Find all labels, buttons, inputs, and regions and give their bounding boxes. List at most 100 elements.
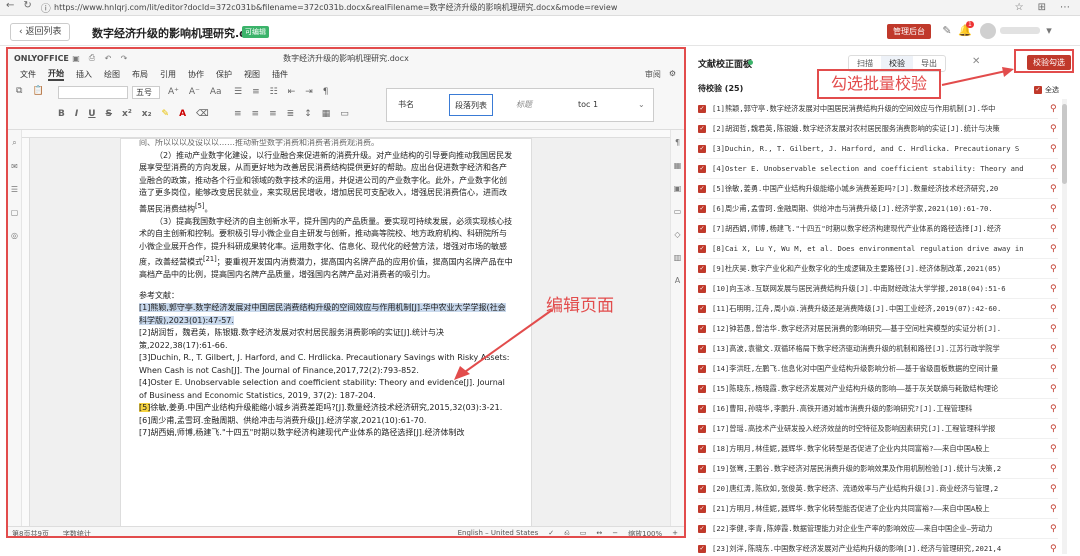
locate-pin-icon[interactable]: ⚲ (1050, 544, 1058, 554)
paragraph-settings-icon[interactable]: ¶ (675, 138, 680, 147)
italic-icon[interactable]: I (75, 109, 78, 119)
zoom-out-icon[interactable]: − (612, 529, 618, 537)
outdent-icon[interactable]: ⇤ (288, 87, 296, 97)
menu-protect[interactable]: 保护 (216, 69, 232, 80)
menu-draw[interactable]: 绘图 (104, 69, 120, 80)
back-arrow-icon[interactable]: ← (6, 0, 14, 15)
checkbox-icon[interactable]: ✓ (698, 264, 706, 273)
locate-pin-icon[interactable]: ⚲ (1050, 424, 1058, 434)
list-item[interactable]: ✓ [7]胡西娟,师博,杨建飞."十四五"时期以数字经济构建现代产业体系的路径选择… (698, 219, 1058, 239)
shading-icon[interactable]: ▦ (322, 109, 331, 119)
locate-pin-icon[interactable]: ⚲ (1050, 524, 1058, 534)
list-item[interactable]: ✓ [20]唐红涛,陈欣如,张俊英.数字经济、流通效率与产业结构升级[J].商业经… (698, 479, 1058, 499)
checkbox-icon[interactable]: ✓ (698, 364, 706, 373)
zoom-in-icon[interactable]: + (672, 529, 678, 537)
list-item[interactable]: ✓ [6]周少甫,孟雪珂.金融周期、供给冲击与消费升级[J].经济学家,2021(… (698, 199, 1058, 219)
list-item[interactable]: ✓ [13]高波,袁徽文.双循环格局下数字经济驱动消费升级的机制和路径[J].江苏… (698, 339, 1058, 359)
checkbox-icon[interactable]: ✓ (698, 224, 706, 233)
paragraph-mark-icon[interactable]: ¶ (323, 87, 329, 97)
plugin-icon[interactable]: ◎ (11, 231, 18, 240)
underline-icon[interactable]: U (88, 109, 95, 119)
locate-pin-icon[interactable]: ⚲ (1050, 384, 1058, 394)
locate-pin-icon[interactable]: ⚲ (1050, 204, 1058, 214)
list-item[interactable]: ✓ [22]李健,李青,陈婷霞.数据管理能力对企业生产率的影响效应——来自中国企业… (698, 519, 1058, 539)
select-all-checkbox[interactable]: ✓ 全选 (1034, 85, 1059, 95)
list-item[interactable]: ✓ [5]徐敏,姜勇.中国产业结构升级能缩小城乡消费差距吗?[J].数量经济技术经… (698, 179, 1058, 199)
list-item[interactable]: ✓ [19]张骞,王鹏谷.数字经济对居民消费升级的影响效果及作用机制检验[J].统… (698, 459, 1058, 479)
locate-pin-icon[interactable]: ⚲ (1050, 464, 1058, 474)
menu-view[interactable]: 视图 (244, 69, 260, 80)
chart-settings-icon[interactable]: ▥ (674, 253, 682, 262)
indent-icon[interactable]: ⇥ (305, 87, 313, 97)
align-left-icon[interactable]: ≡ (234, 109, 242, 119)
list-item[interactable]: ✓ [21]方明月,林佳妮,聂辉华.数字化转型能否促进了企业内共同富裕?——来自中… (698, 499, 1058, 519)
paste-icon[interactable]: 📋 (32, 86, 43, 96)
search-icon[interactable]: ⌕ (12, 138, 16, 148)
word-count[interactable]: 字数统计 (63, 529, 91, 537)
align-center-icon[interactable]: ≡ (252, 109, 260, 119)
clear-format-icon[interactable]: ⌫ (196, 109, 209, 119)
checkbox-icon[interactable]: ✓ (698, 424, 706, 433)
list-item[interactable]: ✓ [16]曹阳,孙晓华,李鹏升.高铁开通对城市消费升级的影响研究?[J].工程管… (698, 399, 1058, 419)
style-toc1[interactable]: toc 1 (573, 94, 603, 116)
bullet-list-icon[interactable]: ☰ (234, 87, 242, 97)
style-book-title[interactable]: 书名 (393, 94, 419, 116)
style-expand-icon[interactable]: ⌄ (633, 94, 650, 116)
line-spacing-icon[interactable]: ↕ (304, 109, 312, 119)
locate-pin-icon[interactable]: ⚲ (1050, 444, 1058, 454)
list-item[interactable]: ✓ [8]Cai X, Lu Y, Wu M, et al. Does envir… (698, 239, 1058, 259)
shape-settings-icon[interactable]: ◇ (674, 230, 680, 239)
list-item[interactable]: ✓ [11]石明明,江舟,周小焱.消费升级还是消费降级[J].中国工业经济,201… (698, 299, 1058, 319)
panel-scrollbar[interactable] (1062, 99, 1067, 554)
checkbox-icon[interactable]: ✓ (698, 284, 706, 293)
font-grow-icon[interactable]: A⁺ (168, 87, 179, 97)
navigation-icon[interactable]: ☰ (11, 185, 18, 194)
locate-pin-icon[interactable]: ⚲ (1050, 244, 1058, 254)
list-item[interactable]: ✓ [17]曾瑶.高技术产业研发投入经济效益的时空特征及影响因素研究[J].工程管… (698, 419, 1058, 439)
locate-pin-icon[interactable]: ⚲ (1050, 184, 1058, 194)
locate-pin-icon[interactable]: ⚲ (1050, 484, 1058, 494)
menu-insert[interactable]: 插入 (76, 69, 92, 80)
menu-layout[interactable]: 布局 (132, 69, 148, 80)
locate-pin-icon[interactable]: ⚲ (1050, 104, 1058, 114)
checkbox-icon[interactable]: ✓ (698, 504, 706, 513)
menu-home[interactable]: 开始 (48, 68, 64, 81)
admin-button[interactable]: 管理后台 (887, 24, 931, 39)
menu-collaborate[interactable]: 协作 (188, 69, 204, 80)
checkbox-icon[interactable]: ✓ (698, 384, 706, 393)
multilevel-list-icon[interactable]: ☷ (270, 87, 278, 97)
locate-pin-icon[interactable]: ⚲ (1050, 504, 1058, 514)
extensions-icon[interactable]: ⊞ (1038, 2, 1046, 13)
star-icon[interactable]: ☆ (1015, 2, 1024, 13)
justify-icon[interactable]: ≣ (287, 109, 295, 119)
chevron-down-icon[interactable]: ▾ (1042, 24, 1056, 38)
fit-width-icon[interactable]: ↔ (596, 529, 602, 537)
highlight-icon[interactable]: ✎ (162, 109, 170, 119)
fit-page-icon[interactable]: ▭ (580, 529, 587, 537)
locate-pin-icon[interactable]: ⚲ (1050, 124, 1058, 134)
copy-icon[interactable]: ⧉ (16, 86, 22, 96)
superscript-icon[interactable]: x² (122, 109, 132, 119)
locate-pin-icon[interactable]: ⚲ (1050, 224, 1058, 234)
reload-icon[interactable]: ↻ (23, 0, 31, 15)
list-item[interactable]: ✓ [9]杜庆昊.数字产业化和产业数字化的生成逻辑及主要路径[J].经济体制改革,… (698, 259, 1058, 279)
locate-pin-icon[interactable]: ⚲ (1050, 264, 1058, 274)
strike-icon[interactable]: S (106, 109, 112, 119)
checkbox-icon[interactable]: ✓ (698, 144, 706, 153)
borders-icon[interactable]: ▭ (340, 109, 349, 119)
address-input[interactable]: https://www.hnlqrj.com/lit/editor?docId=… (54, 2, 980, 13)
checkbox-icon[interactable]: ✓ (698, 404, 706, 413)
vertical-ruler[interactable] (22, 138, 30, 526)
checkbox-icon[interactable]: ✓ (698, 164, 706, 173)
locate-pin-icon[interactable]: ⚲ (1050, 364, 1058, 374)
menu-plugins[interactable]: 插件 (272, 69, 288, 80)
image-settings-icon[interactable]: ▣ (674, 184, 682, 193)
edit-icon[interactable]: ✎ (940, 24, 954, 38)
checkbox-icon[interactable]: ✓ (698, 244, 706, 253)
menu-references[interactable]: 引用 (160, 69, 176, 80)
checkbox-icon[interactable]: ✓ (698, 484, 706, 493)
textart-settings-icon[interactable]: A (675, 276, 680, 285)
checkbox-icon[interactable]: ✓ (698, 204, 706, 213)
scroll-thumb[interactable] (1062, 104, 1067, 184)
list-item[interactable]: ✓ [14]李洪旺,左鹏飞.信息化对中国产业结构升级影响分析——基于省级面板数据的… (698, 359, 1058, 379)
